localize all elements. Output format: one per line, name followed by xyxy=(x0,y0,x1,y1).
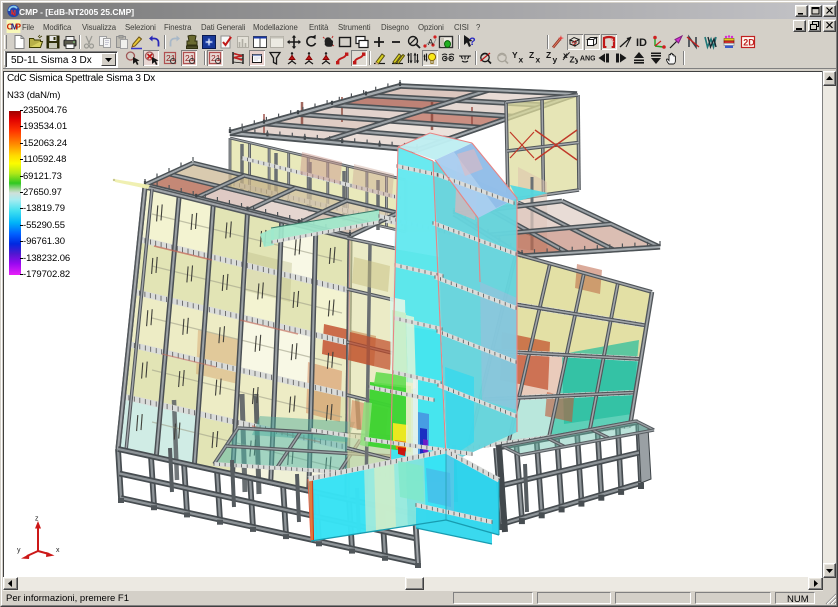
svg-text:M: M xyxy=(11,10,16,17)
svg-text:z: z xyxy=(35,516,39,523)
svg-text:Z: Z xyxy=(529,50,534,60)
svg-text:Zy: Zy xyxy=(570,55,578,65)
svg-text:y: y xyxy=(553,55,558,65)
svg-text:?: ? xyxy=(469,36,476,48)
svg-text:y: y xyxy=(17,547,21,554)
svg-text:A: A xyxy=(428,38,434,47)
svg-text:x: x xyxy=(563,50,568,60)
svg-text:Y: Y xyxy=(512,50,518,60)
svg-text:x: x xyxy=(519,55,524,65)
svg-text:Z: Z xyxy=(546,50,551,60)
svg-text:x: x xyxy=(56,547,60,554)
svg-text:P: P xyxy=(15,22,21,32)
svg-text:ANG: ANG xyxy=(580,55,595,63)
svg-text:x: x xyxy=(536,55,541,65)
svg-text:2D: 2D xyxy=(743,38,755,48)
svg-text:ID: ID xyxy=(636,37,647,49)
